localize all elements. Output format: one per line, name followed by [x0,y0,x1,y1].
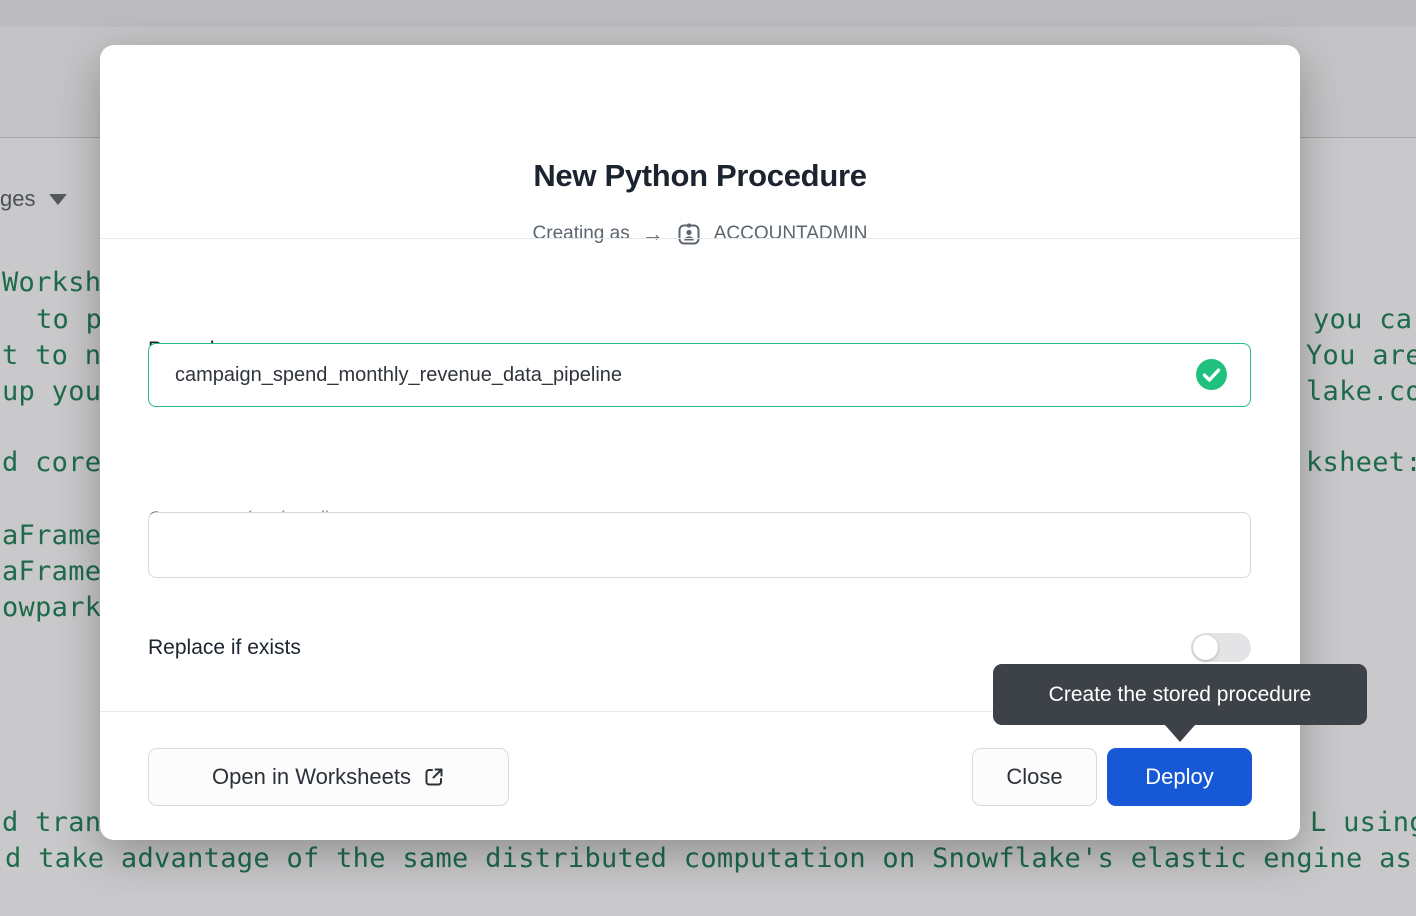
chevron-down-icon [49,194,67,205]
background-header-band [0,0,1416,27]
background-code-fragment: lake.co [1306,376,1416,408]
deploy-tooltip: Create the stored procedure [993,664,1367,725]
dialog-title: New Python Procedure [100,158,1300,194]
creating-as-label: Creating as [533,223,630,245]
background-code-fragment: ksheet: [1306,447,1416,479]
close-button[interactable]: Close [972,748,1097,806]
background-packages-dropdown: ges [0,186,67,212]
arrow-right-icon: → [642,223,664,245]
role-name: ACCOUNTADMIN [714,223,868,245]
background-code-fragment: d core [2,447,101,479]
toggle-knob [1193,635,1218,660]
background-code-fragment: L using [1310,807,1416,839]
open-in-worksheets-button[interactable]: Open in Worksheets [148,748,509,806]
replace-if-exists-toggle[interactable] [1191,633,1251,662]
tooltip-text: Create the stored procedure [1049,683,1312,707]
background-code-fragment: you ca [1313,304,1412,336]
header-divider [100,238,1300,239]
background-code-fragment: owpark [2,592,101,624]
background-code-fragment: d take advantage of the same distributed… [5,843,1412,875]
replace-if-exists-label: Replace if exists [148,633,301,662]
background-dropdown-label: ges [0,186,35,212]
external-link-icon [423,766,445,788]
valid-check-icon [1196,359,1227,390]
procedure-name-input[interactable] [148,343,1251,407]
role-badge-icon [676,221,702,247]
background-code-fragment: You are [1306,340,1416,372]
deploy-button[interactable]: Deploy [1107,748,1252,806]
creating-as-row: Creating as → ACCOUNTADMIN [100,221,1300,247]
tooltip-arrow [1165,725,1195,742]
comment-input[interactable] [148,512,1251,578]
